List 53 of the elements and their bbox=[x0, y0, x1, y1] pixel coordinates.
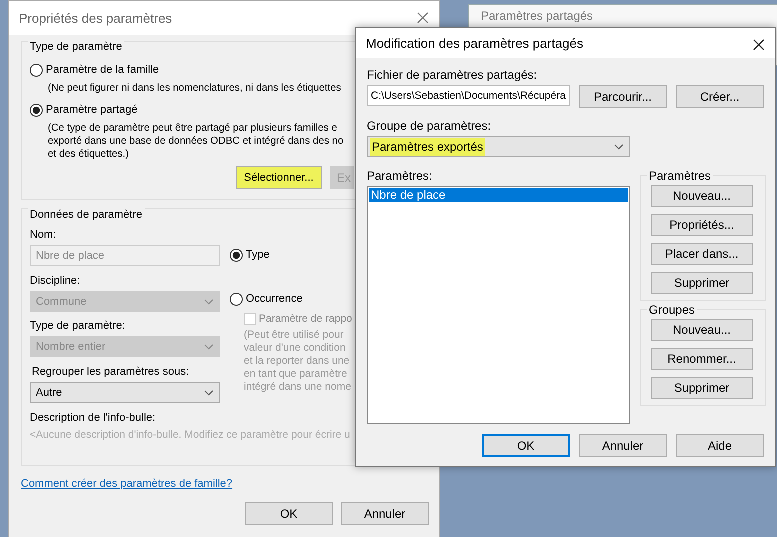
dialog-button[interactable]: OK bbox=[245, 502, 333, 525]
radio-button[interactable] bbox=[230, 292, 243, 306]
help-link[interactable]: Comment créer des paramètres de famille? bbox=[21, 478, 233, 490]
group-dropdown[interactable]: Paramètres exportés bbox=[367, 136, 630, 157]
dialog-button[interactable]: Aide bbox=[676, 434, 764, 457]
field-label: Fichier de paramètres partagés: bbox=[367, 68, 538, 82]
close-icon[interactable] bbox=[753, 39, 765, 51]
file-path-field[interactable]: C:\Users\Sebastien\Documents\Récupéra bbox=[367, 85, 570, 106]
group-legend: Type de paramètre bbox=[28, 40, 124, 54]
window-title: Paramètres partagés bbox=[481, 9, 594, 23]
side-button[interactable]: Propriétés... bbox=[651, 214, 753, 236]
description-text: (Ce type de paramètre peut être partagé par plusieurs familles e exporté dans une base de données ODBC et intégré dans des no et des étiquettes.) bbox=[47, 122, 344, 161]
action-button[interactable]: Sélectionner... bbox=[236, 166, 322, 189]
group-legend: Données de paramètre bbox=[28, 208, 145, 222]
side-button[interactable]: Renommer... bbox=[651, 348, 753, 370]
side-button[interactable]: Nouveau... bbox=[651, 319, 753, 341]
chevron-icon bbox=[204, 298, 214, 304]
chevron-icon bbox=[204, 344, 214, 350]
radio-button[interactable] bbox=[30, 64, 43, 76]
radio-button[interactable] bbox=[30, 104, 43, 116]
side-button[interactable]: Supprimer bbox=[651, 377, 753, 399]
field-label: Nom: bbox=[30, 228, 58, 242]
list-item[interactable]: Nbre de place bbox=[369, 188, 628, 202]
field-label: Regrouper les paramètres sous: bbox=[31, 365, 190, 379]
group-legend: Groupes bbox=[647, 303, 698, 317]
chevron-icon bbox=[614, 144, 624, 150]
dialog-button[interactable]: OK bbox=[482, 434, 570, 457]
side-button[interactable]: Placer dans... bbox=[651, 243, 753, 265]
group-legend: Paramètres bbox=[647, 169, 714, 183]
radio-button[interactable] bbox=[230, 248, 243, 262]
radio-label: Paramètre de la famille bbox=[46, 64, 160, 76]
radio-label: Occurrence bbox=[246, 293, 303, 305]
group-dropdown[interactable]: Autre bbox=[30, 382, 220, 403]
file-button[interactable]: Parcourir... bbox=[579, 85, 667, 108]
side-button[interactable]: Nouveau... bbox=[651, 185, 753, 207]
dialog-button[interactable]: Annuler bbox=[579, 434, 667, 457]
file-button[interactable]: Créer... bbox=[676, 85, 764, 108]
side-button[interactable]: Supprimer bbox=[651, 272, 753, 294]
field-label: Description de l'info-bulle: bbox=[30, 411, 157, 425]
chevron-icon bbox=[204, 390, 214, 396]
field-label: Paramètres: bbox=[367, 169, 434, 183]
tooltip-description: <Aucune description d'info-bulle. Modifiez ce paramètre pour écrire u bbox=[30, 429, 350, 441]
checkbox-label: Paramètre de rappo bbox=[259, 313, 352, 325]
field-label: Discipline: bbox=[30, 274, 82, 288]
description-text: (Peut être utilisé pour valeur d'une condition et la reporter dans une en tant que paramètre intégré dans une nome bbox=[244, 329, 352, 394]
window-title: Propriétés des paramètres bbox=[19, 10, 172, 26]
radio-label: Paramètre partagé bbox=[46, 104, 138, 116]
description-text: (Ne peut figurer ni dans les nomenclatures, ni dans les étiquettes bbox=[47, 82, 342, 95]
window-title: Modification des paramètres partagés bbox=[366, 36, 584, 50]
dialog-button[interactable]: Annuler bbox=[341, 502, 429, 525]
radio-label: Type bbox=[246, 249, 270, 261]
field-label: Groupe de paramètres: bbox=[367, 119, 492, 133]
field-label: Type de paramètre: bbox=[30, 319, 126, 333]
